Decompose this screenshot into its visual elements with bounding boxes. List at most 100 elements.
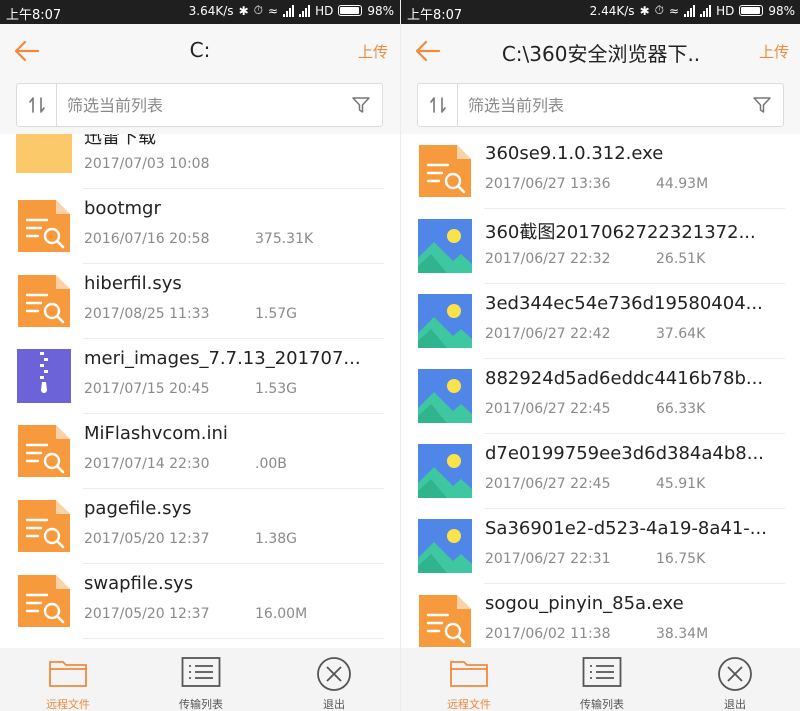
- file-row[interactable]: MiFlashvcom.ini 2017/07/14 22:30 .00B: [0, 414, 400, 489]
- file-date: 2017/05/20 12:37: [84, 531, 210, 547]
- back-arrow-icon[interactable]: [413, 36, 443, 66]
- filter-input[interactable]: [468, 90, 728, 120]
- close-circle-icon: [718, 657, 752, 691]
- bottom-nav: 远程文件 传输列表 退出: [401, 648, 800, 711]
- folder-icon: [450, 661, 488, 687]
- file-size: 16.00M: [255, 606, 308, 622]
- file-size: 1.53G: [255, 381, 298, 397]
- upload-button[interactable]: 上传: [358, 41, 388, 62]
- bluetooth-icon: ✱: [639, 3, 650, 18]
- file-row[interactable]: swapfile.sys 2017/05/20 12:37 16.00M: [0, 564, 400, 639]
- battery-icon: [739, 5, 764, 16]
- filter-bar: [0, 78, 400, 134]
- file-date: 2016/07/16 20:58: [84, 231, 210, 247]
- image-icon: [417, 443, 473, 499]
- funnel-icon[interactable]: [350, 94, 372, 116]
- file-date: 2017/06/27 22:32: [485, 251, 611, 267]
- signal-icon-2: [299, 4, 311, 17]
- image-icon: [417, 368, 473, 424]
- tab-transfer-list[interactable]: 传输列表: [161, 654, 241, 711]
- file-row[interactable]: 迅雷下载 2017/07/03 10:08: [0, 134, 400, 189]
- file-row[interactable]: pagefile.sys 2017/05/20 12:37 1.38G: [0, 489, 400, 564]
- document-icon: [417, 593, 473, 648]
- tab-transfer-list[interactable]: 传输列表: [562, 654, 642, 711]
- file-row[interactable]: d7e0199759ee3d6d384a4b8... 2017/06/27 22:…: [401, 434, 800, 509]
- file-name: meri_images_7.7.13_201707...: [84, 348, 361, 369]
- file-row[interactable]: Sa36901e2-d523-4a19-8a41-... 2017/06/27 2…: [401, 509, 800, 584]
- file-name: sogou_pinyin_85a.exe: [485, 593, 684, 614]
- file-row[interactable]: bootmgr 2016/07/16 20:58 375.31K: [0, 189, 400, 264]
- battery-level: 98%: [367, 3, 394, 18]
- network-speed: 2.44K/s: [589, 3, 635, 18]
- file-row[interactable]: sogou_pinyin_85a.exe 2017/06/02 11:38 38.3…: [401, 584, 800, 648]
- back-arrow-icon[interactable]: [12, 36, 42, 66]
- tab-exit-label: 退出: [323, 698, 345, 711]
- wifi-icon: ≈: [669, 3, 680, 18]
- file-name: hiberfil.sys: [84, 273, 182, 294]
- status-bar: 上午8:07 3.64K/s ✱ ⏱ ≈ HD 98%: [0, 0, 400, 24]
- file-size: 375.31K: [255, 231, 314, 247]
- file-date: 2017/06/27 22:31: [485, 551, 611, 567]
- file-name: 882924d5ad6eddc4416b78b...: [485, 368, 764, 389]
- document-icon: [417, 143, 473, 199]
- filter-box: [16, 83, 383, 127]
- file-size: 37.64K: [656, 326, 706, 342]
- file-size: 1.57G: [255, 306, 298, 322]
- file-row[interactable]: 360截图2017062722321372... 2017/06/27 22:32…: [401, 209, 800, 284]
- file-size: 66.33K: [656, 401, 706, 417]
- filter-input[interactable]: [67, 90, 327, 120]
- app-bar: C: 上传: [0, 24, 400, 78]
- file-size: .00B: [255, 456, 287, 472]
- document-icon: [16, 498, 72, 554]
- image-icon: [417, 218, 473, 274]
- file-date: 2017/05/20 12:37: [84, 606, 210, 622]
- file-date: 2017/07/03 10:08: [84, 156, 210, 172]
- network-type: HD: [315, 3, 334, 18]
- tab-remote-files[interactable]: 远程文件: [429, 654, 509, 711]
- folder-icon: [49, 661, 87, 687]
- file-row[interactable]: meri_images_7.7.13_201707... 2017/07/15 2…: [0, 339, 400, 414]
- file-row[interactable]: 3ed344ec54e736d19580404... 2017/06/27 22:…: [401, 284, 800, 359]
- file-name: d7e0199759ee3d6d384a4b8...: [485, 443, 764, 464]
- file-list: 360se9.1.0.312.exe 2017/06/27 13:36 44.93M…: [401, 134, 800, 648]
- file-name: 迅雷下载: [84, 134, 156, 148]
- tab-exit[interactable]: 退出: [695, 654, 775, 711]
- list-icon: [582, 657, 622, 687]
- tab-exit[interactable]: 退出: [294, 654, 374, 711]
- sort-button[interactable]: [17, 84, 57, 126]
- tab-remote-files-label: 远程文件: [46, 698, 90, 711]
- zip-icon: [16, 348, 72, 404]
- network-speed: 3.64K/s: [188, 3, 234, 18]
- signal-icon: [283, 4, 295, 17]
- file-name: Sa36901e2-d523-4a19-8a41-...: [485, 518, 767, 539]
- document-icon: [16, 198, 72, 254]
- file-list: 迅雷下载 2017/07/03 10:08 bootmgr 2016/07/16 20…: [0, 134, 400, 648]
- file-size: 16.75K: [656, 551, 706, 567]
- folder-icon: [16, 134, 72, 179]
- signal-icon: [684, 4, 696, 17]
- file-date: 2017/07/14 22:30: [84, 456, 210, 472]
- tab-transfer-list-label: 传输列表: [580, 698, 624, 711]
- file-row[interactable]: hiberfil.sys 2017/08/25 11:33 1.57G: [0, 264, 400, 339]
- document-icon: [16, 423, 72, 479]
- file-name: 360se9.1.0.312.exe: [485, 143, 664, 164]
- file-date: 2017/06/27 22:45: [485, 476, 611, 492]
- file-size: 26.51K: [656, 251, 706, 267]
- funnel-icon[interactable]: [751, 94, 773, 116]
- image-icon: [417, 518, 473, 574]
- sort-icon: [28, 97, 45, 113]
- file-date: 2017/06/27 13:36: [485, 176, 611, 192]
- filter-bar: [401, 78, 800, 134]
- tab-remote-files[interactable]: 远程文件: [28, 654, 108, 711]
- file-row[interactable]: 360se9.1.0.312.exe 2017/06/27 13:36 44.93M: [401, 134, 800, 209]
- file-size: 38.34M: [656, 626, 709, 642]
- document-icon: [16, 573, 72, 629]
- file-date: 2017/06/27 22:45: [485, 401, 611, 417]
- upload-button[interactable]: 上传: [759, 41, 789, 62]
- sort-button[interactable]: [418, 84, 458, 126]
- status-icons: 2.44K/s ✱ ⏱ ≈ HD 98%: [590, 3, 795, 18]
- file-row[interactable]: 882924d5ad6eddc4416b78b... 2017/06/27 22:…: [401, 359, 800, 434]
- status-time: 上午8:07: [6, 8, 62, 23]
- signal-icon-2: [700, 4, 712, 17]
- row-divider: [83, 638, 384, 639]
